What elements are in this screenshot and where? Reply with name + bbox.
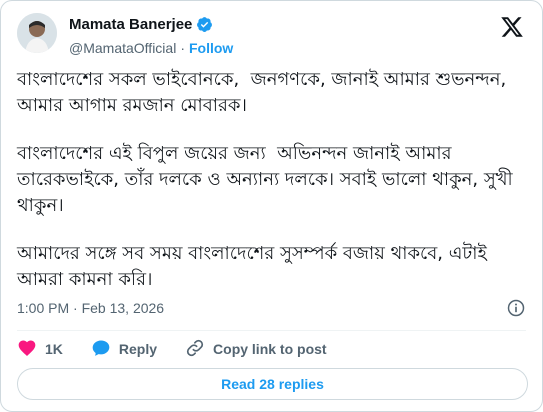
like-button[interactable]: 1K (17, 338, 63, 361)
follow-button[interactable]: Follow (189, 40, 233, 56)
tweet-paragraph-2: বাংলাদেশের এই বিপুল জয়ের জন্য অভিনন্দন … (17, 143, 519, 216)
reply-button[interactable]: Reply (91, 338, 157, 361)
reply-bubble-icon (91, 338, 111, 361)
verified-badge-icon (196, 16, 213, 33)
tweet-meta: 1:00 PM · Feb 13, 2026 (17, 298, 526, 318)
info-icon[interactable] (506, 298, 526, 318)
tweet-card: Mamata Banerjee @MamataOfficial · Follow… (0, 0, 543, 412)
heart-icon (17, 338, 37, 361)
tweet-paragraph-1: বাংলাদেশের সকল ভাইবোনকে, জনগণকে, জানাই আ… (17, 69, 512, 116)
copy-link-label: Copy link to post (213, 341, 327, 357)
author-handle[interactable]: @MamataOfficial (69, 40, 176, 56)
x-logo-icon[interactable] (500, 15, 524, 39)
like-count: 1K (45, 341, 63, 357)
tweet-header: Mamata Banerjee @MamataOfficial · Follow (17, 13, 526, 63)
tweet-timestamp[interactable]: 1:00 PM · Feb 13, 2026 (17, 300, 164, 316)
tweet-text: বাংলাদেশের সকল ভাইবোনকে, জনগণকে, জানাই আ… (17, 67, 532, 315)
tweet-paragraph-3: আমাদের সঙ্গে সব সময় বাংলাদেশের সুসম্পর্… (17, 243, 493, 290)
handle-line: @MamataOfficial · Follow (69, 40, 233, 56)
action-bar: 1K Reply Copy link to post (17, 337, 355, 361)
reply-label: Reply (118, 341, 158, 357)
divider (17, 330, 526, 331)
read-replies-button[interactable]: Read 28 replies (17, 368, 528, 400)
link-icon (185, 338, 205, 361)
name-line: Mamata Banerjee (69, 16, 213, 33)
copy-link-button[interactable]: Copy link to post (185, 338, 327, 361)
author-display-name[interactable]: Mamata Banerjee (69, 16, 192, 33)
author-avatar[interactable] (17, 13, 57, 53)
separator-dot: · (180, 40, 185, 56)
